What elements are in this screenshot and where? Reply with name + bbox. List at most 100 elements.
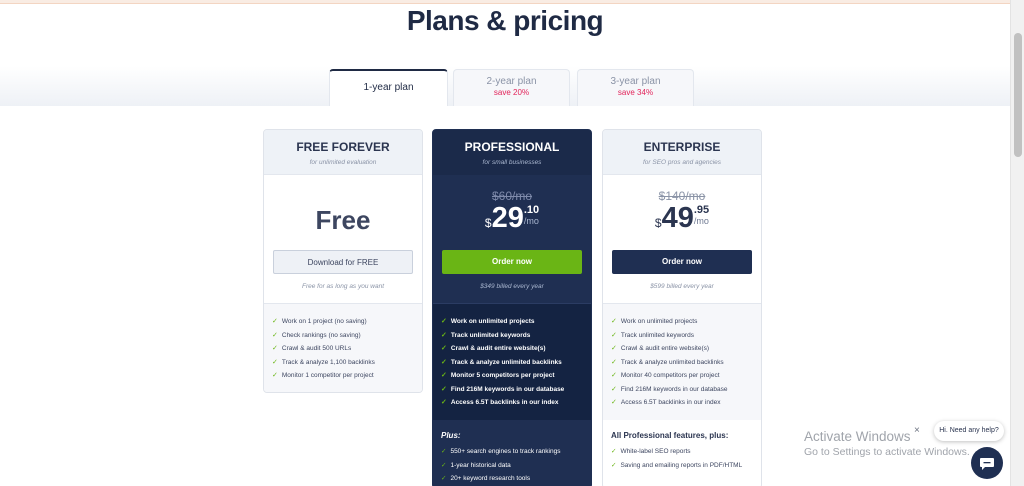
feature-item: ✓ Find 216M keywords in our database	[611, 385, 728, 393]
feature-item: ✓ Track unlimited keywords	[441, 331, 531, 339]
plan-price: Free	[315, 205, 371, 235]
check-icon: ✓	[611, 462, 617, 469]
check-icon: ✓	[611, 448, 617, 455]
tab-label: 2-year plan	[486, 76, 537, 87]
order-now-button[interactable]: Order now	[442, 250, 582, 274]
tab-label: 1-year plan	[363, 82, 414, 93]
check-icon: ✓	[441, 461, 447, 469]
plan-header: FREE FOREVER for unlimited evaluation	[264, 130, 422, 175]
check-icon: ✓	[611, 385, 617, 393]
check-icon: ✓	[272, 345, 278, 352]
tab-save-badge: save 34%	[617, 88, 654, 97]
check-icon: ✓	[611, 345, 617, 352]
plan-subtitle: for SEO pros and agencies	[642, 159, 722, 166]
feature-list: ✓ Work on unlimited projects ✓ Track unlim…	[603, 303, 761, 420]
check-icon: ✓	[272, 358, 278, 366]
plus-item: ✓ 1-year historical data	[441, 461, 511, 469]
feature-item: ✓ Access 6.5T backlinks in our index	[441, 399, 559, 406]
price-area: $60/mo $29.10/mo Order now $349 billed e…	[433, 175, 591, 303]
check-icon: ✓	[611, 399, 617, 406]
check-icon: ✓	[441, 331, 447, 339]
feature-item: ✓ Track & analyze unlimited backlinks	[441, 358, 562, 366]
check-icon: ✓	[441, 475, 447, 482]
tab-save-badge: save 20%	[493, 88, 530, 97]
feature-list: ✓ Work on unlimited projects ✓ Track unlim…	[433, 303, 591, 420]
plan-card-professional: PROFESSIONAL for small businesses $60/mo…	[432, 129, 592, 486]
plan-price: $49.95/mo	[603, 202, 761, 235]
feature-item: ✓ Monitor 5 competitors per project	[441, 372, 555, 379]
plus-item: ✓ White-label SEO reports	[611, 448, 691, 455]
feature-item: ✓ Monitor 40 competitors per project	[611, 372, 720, 379]
feature-item: ✓ Track unlimited keywords	[611, 331, 694, 339]
check-icon: ✓	[441, 345, 447, 352]
feature-item: ✓ Crawl & audit entire website(s)	[611, 345, 710, 352]
check-icon: ✓	[272, 331, 278, 339]
currency-symbol: $	[654, 216, 662, 230]
plan-name: PROFESSIONAL	[464, 140, 560, 154]
feature-item: ✓ Work on unlimited projects	[611, 318, 698, 325]
price-period: /mo	[693, 216, 709, 226]
check-icon: ✓	[441, 385, 447, 393]
feature-item: ✓ Check rankings (no saving)	[272, 331, 361, 339]
download-free-button[interactable]: Download for FREE	[273, 250, 413, 274]
old-price: $140/mo	[658, 189, 706, 203]
chat-icon	[980, 458, 994, 470]
plan-duration-tabs: 1-year plan 2-year plan save 20% 3-year …	[329, 69, 695, 106]
tab-1-year-plan[interactable]: 1-year plan	[329, 69, 448, 106]
old-price: $60/mo	[491, 189, 533, 203]
check-icon: ✓	[441, 372, 447, 379]
currency-symbol: $	[484, 216, 492, 230]
feature-item: ✓ Access 6.5T backlinks in our index	[611, 399, 721, 406]
feature-item: ✓ Monitor 1 competitor per project	[272, 372, 374, 379]
check-icon: ✓	[611, 372, 617, 379]
order-now-button[interactable]: Order now	[612, 250, 752, 274]
plus-features: Plus: ✓ 550+ search engines to track rank…	[433, 420, 591, 486]
check-icon: ✓	[441, 318, 447, 325]
chat-help-bubble[interactable]: Hi. Need any help?	[934, 421, 1004, 441]
feature-item: ✓ Work on 1 project (no saving)	[272, 318, 367, 325]
billing-note: Free for as long as you want	[301, 283, 384, 290]
feature-item: ✓ Track & analyze 1,100 backlinks	[272, 358, 375, 366]
price-period: /mo	[523, 216, 539, 226]
plan-subtitle: for unlimited evaluation	[309, 159, 377, 166]
billing-note: $349 billed every year	[480, 283, 544, 290]
feature-item: ✓ Crawl & audit 500 URLs	[272, 345, 352, 352]
price-integer: 29	[491, 202, 524, 234]
plan-name: ENTERPRISE	[643, 140, 721, 154]
plus-features: All Professional features, plus: ✓ White-…	[603, 420, 761, 470]
plan-price: $29.10/mo	[433, 202, 591, 235]
feature-item: ✓ Crawl & audit entire website(s)	[441, 345, 546, 352]
top-accent-line	[0, 0, 1024, 4]
plan-name: FREE FOREVER	[296, 140, 390, 154]
plus-title: Plus:	[441, 431, 461, 440]
plus-title: All Professional features, plus:	[611, 431, 729, 440]
tab-2-year-plan[interactable]: 2-year plan save 20%	[453, 69, 570, 106]
scrollbar-thumb[interactable]	[1014, 33, 1022, 157]
price-integer: 49	[661, 202, 694, 234]
price-area: Free Download for FREE Free for as long …	[264, 175, 422, 303]
check-icon: ✓	[441, 448, 447, 455]
tab-label: 3-year plan	[610, 76, 661, 87]
check-icon: ✓	[272, 372, 278, 379]
billing-note: $599 billed every year	[650, 283, 714, 290]
page-title: Plans & pricing	[406, 5, 604, 36]
plan-subtitle: for small businesses	[482, 159, 542, 166]
check-icon: ✓	[272, 318, 278, 325]
close-icon[interactable]: ×	[914, 425, 920, 436]
chat-button[interactable]	[971, 447, 1003, 479]
feature-item: ✓ Work on unlimited projects	[441, 318, 535, 325]
plan-header: PROFESSIONAL for small businesses	[433, 130, 591, 175]
check-icon: ✓	[611, 331, 617, 339]
plus-item: ✓ Saving and emailing reports in PDF/HTML	[611, 462, 743, 469]
plus-item: ✓ 550+ search engines to track rankings	[441, 448, 561, 455]
vertical-scrollbar[interactable]	[1010, 0, 1024, 486]
check-icon: ✓	[441, 358, 447, 366]
plan-card-free: FREE FOREVER for unlimited evaluation Fr…	[263, 129, 423, 393]
price-area: $140/mo $49.95/mo Order now $599 billed …	[603, 175, 761, 303]
watermark-subtitle: Go to Settings to activate Windows.	[804, 446, 970, 458]
check-icon: ✓	[441, 399, 447, 406]
plan-header: ENTERPRISE for SEO pros and agencies	[603, 130, 761, 175]
tab-3-year-plan[interactable]: 3-year plan save 34%	[577, 69, 694, 106]
check-icon: ✓	[611, 358, 617, 366]
price-cents: .10	[523, 204, 540, 216]
